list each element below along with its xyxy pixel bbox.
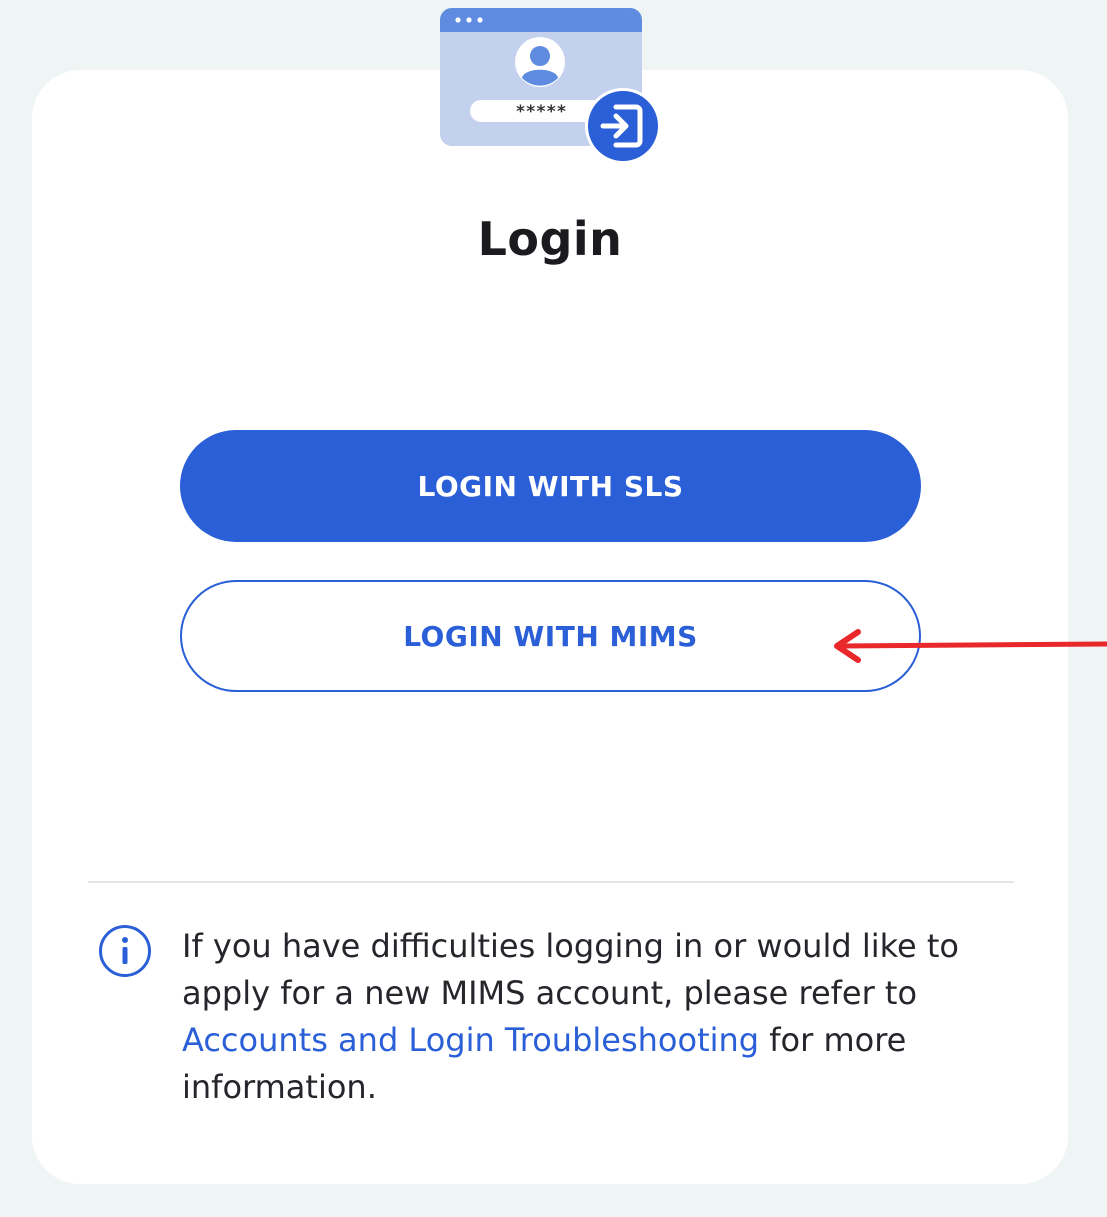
info-icon — [99, 925, 151, 977]
login-with-sls-button[interactable]: LOGIN WITH SLS — [180, 430, 921, 542]
divider — [88, 881, 1014, 883]
help-text-before-link: If you have difficulties logging in or w… — [182, 927, 959, 1012]
troubleshooting-link[interactable]: Accounts and Login Troubleshooting — [182, 1021, 759, 1059]
hero-password-mask: ***** — [515, 102, 566, 122]
login-with-mims-button[interactable]: LOGIN WITH MIMS — [180, 580, 921, 692]
login-illustration-icon: ***** — [440, 8, 661, 164]
page-title: Login — [477, 212, 623, 266]
help-message: If you have difficulties logging in or w… — [182, 923, 982, 1111]
annotation-arrow-icon — [834, 629, 1107, 663]
